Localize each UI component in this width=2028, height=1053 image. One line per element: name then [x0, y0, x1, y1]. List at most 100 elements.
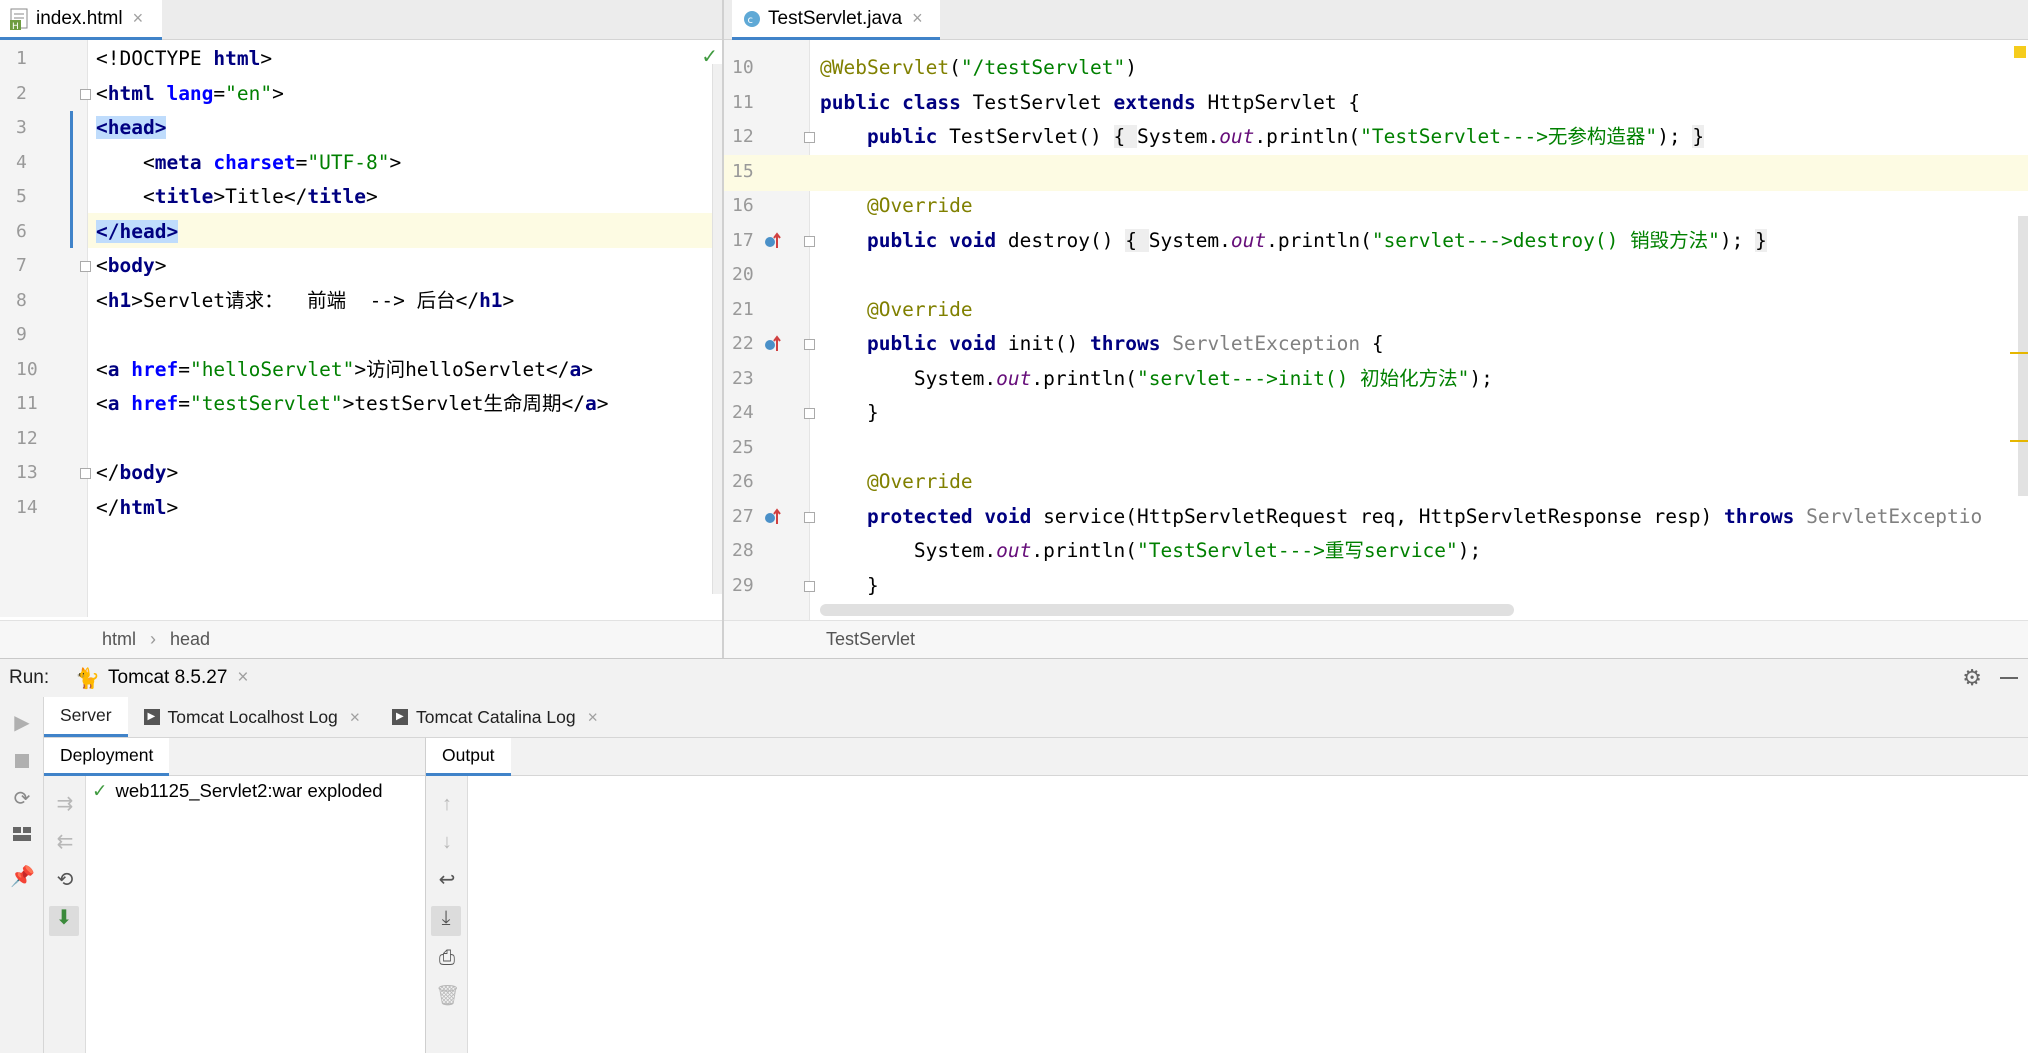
code-line-1: <!DOCTYPE html> — [96, 47, 273, 70]
line-number: 2 — [16, 82, 27, 104]
deployment-header: Deployment — [44, 737, 425, 776]
run-config-tab[interactable]: 🐈 Tomcat 8.5.27 × — [75, 666, 248, 691]
code-line-8: <h1>Servlet请求： 前端 --> 后台</h1> — [96, 288, 515, 312]
override-method-icon[interactable] — [764, 507, 782, 526]
line-number: 27 — [732, 505, 754, 527]
deployment-item[interactable]: ✓ web1125_Servlet2:war exploded — [92, 780, 383, 802]
code-line-21: @Override — [820, 297, 973, 321]
refresh-icon[interactable]: ⟲ — [53, 868, 77, 892]
right-code[interactable]: @WebServlet("/testServlet") public class… — [820, 40, 2014, 620]
line-number: 12 — [16, 427, 38, 449]
breadcrumb-html[interactable]: html — [102, 629, 136, 650]
close-icon[interactable]: × — [133, 8, 144, 29]
svg-text:c: c — [748, 15, 754, 26]
tomcat-icon: 🐈 — [75, 667, 101, 690]
line-number: 29 — [732, 574, 754, 596]
deploy-icon[interactable]: ⇉ — [53, 792, 77, 816]
close-icon[interactable]: × — [350, 707, 360, 728]
fold-marker-icon[interactable] — [80, 468, 91, 479]
tab-tomcat-catalina-log[interactable]: ▶ Tomcat Catalina Log × — [376, 697, 614, 737]
run-subtabs: Server ▶ Tomcat Localhost Log × ▶ Tomcat… — [44, 697, 2028, 737]
line-number: 3 — [16, 117, 27, 138]
line-number: 4 — [16, 151, 27, 173]
trash-icon[interactable]: 🗑 — [435, 984, 460, 1008]
code-line-26: @Override — [820, 470, 973, 493]
fold-marker-icon[interactable] — [804, 580, 815, 592]
run-icon[interactable]: ▶ — [10, 711, 34, 735]
tab-server[interactable]: Server — [44, 697, 128, 737]
print-icon[interactable]: ⎙ — [435, 946, 459, 970]
fold-marker-icon[interactable] — [80, 88, 91, 100]
log-icon: ▶ — [392, 709, 409, 725]
code-line-5: <title>Title</title> — [96, 185, 378, 208]
scroll-marker — [2010, 352, 2028, 354]
left-editor[interactable]: 1 2 3 4 5 6 7 8 9 10 11 12 13 14 <!DOCTYPE html> <htm… — [0, 40, 722, 617]
left-code[interactable]: <!DOCTYPE html> <html lang="en"> <head> … — [96, 40, 710, 617]
horizontal-scrollbar[interactable] — [820, 604, 1514, 616]
fold-marker-icon[interactable] — [804, 339, 815, 350]
left-gutter — [0, 40, 88, 617]
tab-testservlet-java[interactable]: c TestServlet.java × — [732, 0, 940, 40]
fold-marker-icon[interactable] — [804, 235, 815, 247]
line-number: 26 — [732, 471, 754, 492]
line-number: 8 — [16, 289, 27, 311]
code-line-2: <html lang="en"> — [96, 81, 284, 105]
layout-icon[interactable] — [10, 825, 34, 849]
override-method-icon[interactable] — [764, 231, 782, 250]
pin-icon[interactable]: 📌 — [10, 865, 35, 889]
close-icon[interactable]: × — [588, 707, 598, 728]
rerun-icon[interactable]: ⟳ — [10, 787, 34, 811]
tab-tomcat-localhost-log[interactable]: ▶ Tomcat Localhost Log × — [128, 697, 376, 737]
code-line-13: </body> — [96, 461, 179, 484]
right-scrollbar[interactable] — [2018, 216, 2028, 496]
warning-marker-icon[interactable] — [2014, 46, 2026, 58]
left-tabbar: H index.html × — [0, 0, 722, 40]
minimize-icon[interactable] — [2000, 677, 2018, 679]
line-number: 13 — [16, 462, 38, 483]
line-number: 10 — [732, 57, 754, 78]
run-tool-window: Run: 🐈 Tomcat 8.5.27 × ⚙ ▶ ⟳ 📌 Server ▶ … — [0, 658, 2028, 1053]
line-number: 11 — [16, 393, 38, 414]
left-breadcrumb: html › head — [0, 620, 722, 658]
undeploy-icon[interactable]: ⇇ — [53, 830, 77, 854]
tab-label: index.html — [36, 7, 123, 29]
soft-wrap-icon[interactable]: ↩ — [435, 868, 459, 892]
fold-marker-icon[interactable] — [80, 261, 91, 272]
scroll-down-icon[interactable]: ↓ — [435, 830, 459, 854]
line-number: 17 — [732, 229, 754, 251]
right-breadcrumb: TestServlet — [724, 620, 2028, 658]
override-method-icon[interactable] — [764, 335, 782, 353]
code-line-17: public void destroy() { System.out.print… — [820, 228, 1767, 252]
tab-index-html[interactable]: H index.html × — [0, 0, 162, 40]
right-tabbar: c TestServlet.java × — [724, 0, 2028, 40]
fold-marker-icon[interactable] — [804, 408, 815, 419]
line-number: 14 — [16, 496, 38, 518]
fold-marker-icon[interactable] — [804, 132, 815, 143]
scroll-up-icon[interactable]: ↑ — [435, 792, 459, 816]
change-marker — [70, 111, 73, 248]
deployment-panel: Deployment ⇉ ⇇ ⟲ ⬇ ✓ web1125_Servlet2:wa… — [44, 737, 426, 1053]
scroll-to-end-icon[interactable]: ⤓ — [431, 906, 461, 936]
breadcrumb-separator: › — [150, 629, 157, 649]
code-line-29: } — [820, 573, 879, 597]
fold-marker-icon[interactable] — [804, 511, 815, 523]
output-header: Output — [426, 737, 2028, 776]
deploy-all-icon[interactable]: ⬇ — [49, 906, 79, 936]
breadcrumb-class[interactable]: TestServlet — [826, 629, 915, 650]
code-line-12: public TestServlet() { System.out.printl… — [820, 125, 1705, 148]
breadcrumb-head[interactable]: head — [170, 629, 210, 650]
line-number: 21 — [732, 298, 754, 320]
line-number: 24 — [732, 402, 754, 423]
gear-icon[interactable]: ⚙ — [1962, 665, 1982, 691]
close-icon[interactable]: × — [912, 8, 923, 29]
run-left-toolbar: ▶ ⟳ 📌 — [0, 697, 44, 1053]
line-number: 11 — [732, 91, 754, 113]
stop-icon[interactable] — [10, 749, 34, 773]
line-number: 28 — [732, 540, 754, 561]
console-output[interactable] — [468, 776, 2028, 1053]
code-line-28: System.out.println("TestServlet--->重写ser… — [820, 539, 1482, 562]
right-editor[interactable]: 10 11 12 15 16 17 20 21 22 23 24 25 26 27 28 29 @WebSer… — [724, 40, 2028, 620]
close-icon[interactable]: × — [237, 667, 248, 689]
left-scrollbar[interactable] — [712, 64, 722, 594]
line-number: 9 — [16, 324, 27, 345]
